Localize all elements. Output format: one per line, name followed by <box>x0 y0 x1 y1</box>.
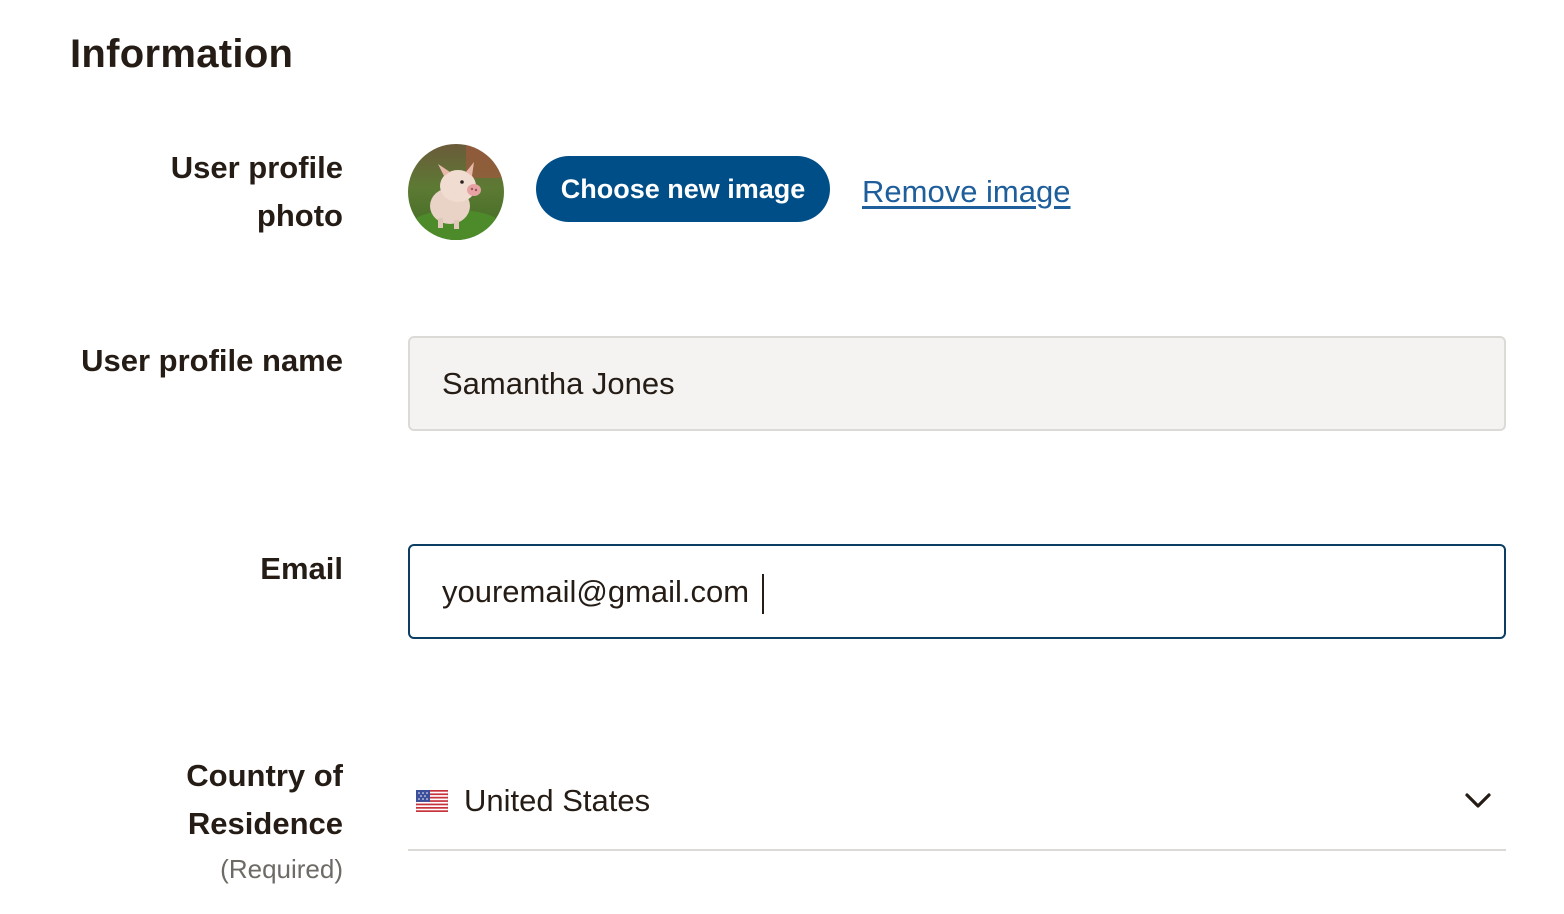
profile-photo-label-line2: photo <box>256 198 343 233</box>
country-label-line1: Country of <box>186 758 343 793</box>
country-select[interactable]: United States <box>408 760 1506 851</box>
page-title: Information <box>70 32 294 76</box>
avatar <box>408 144 504 240</box>
profile-name-field[interactable] <box>408 336 1506 431</box>
profile-photo-label-line1: User profile <box>170 150 343 185</box>
remove-image-link[interactable]: Remove image <box>862 172 1070 212</box>
email-label: Email <box>260 551 343 586</box>
required-note: (Required) <box>220 854 343 884</box>
country-label-line2: Residence <box>187 806 343 841</box>
us-flag-icon <box>415 789 449 817</box>
pig-photo-avatar-icon <box>408 144 504 240</box>
profile-name-label: User profile name <box>81 343 343 378</box>
text-caret <box>762 574 764 614</box>
chevron-down-icon <box>1464 792 1492 815</box>
country-label: Country of Residence (Required) <box>40 752 343 890</box>
email-field[interactable] <box>408 544 1506 639</box>
choose-new-image-button[interactable]: Choose new image <box>536 156 830 222</box>
profile-photo-label: User profile photo <box>40 144 343 240</box>
country-value: United States <box>464 783 651 818</box>
